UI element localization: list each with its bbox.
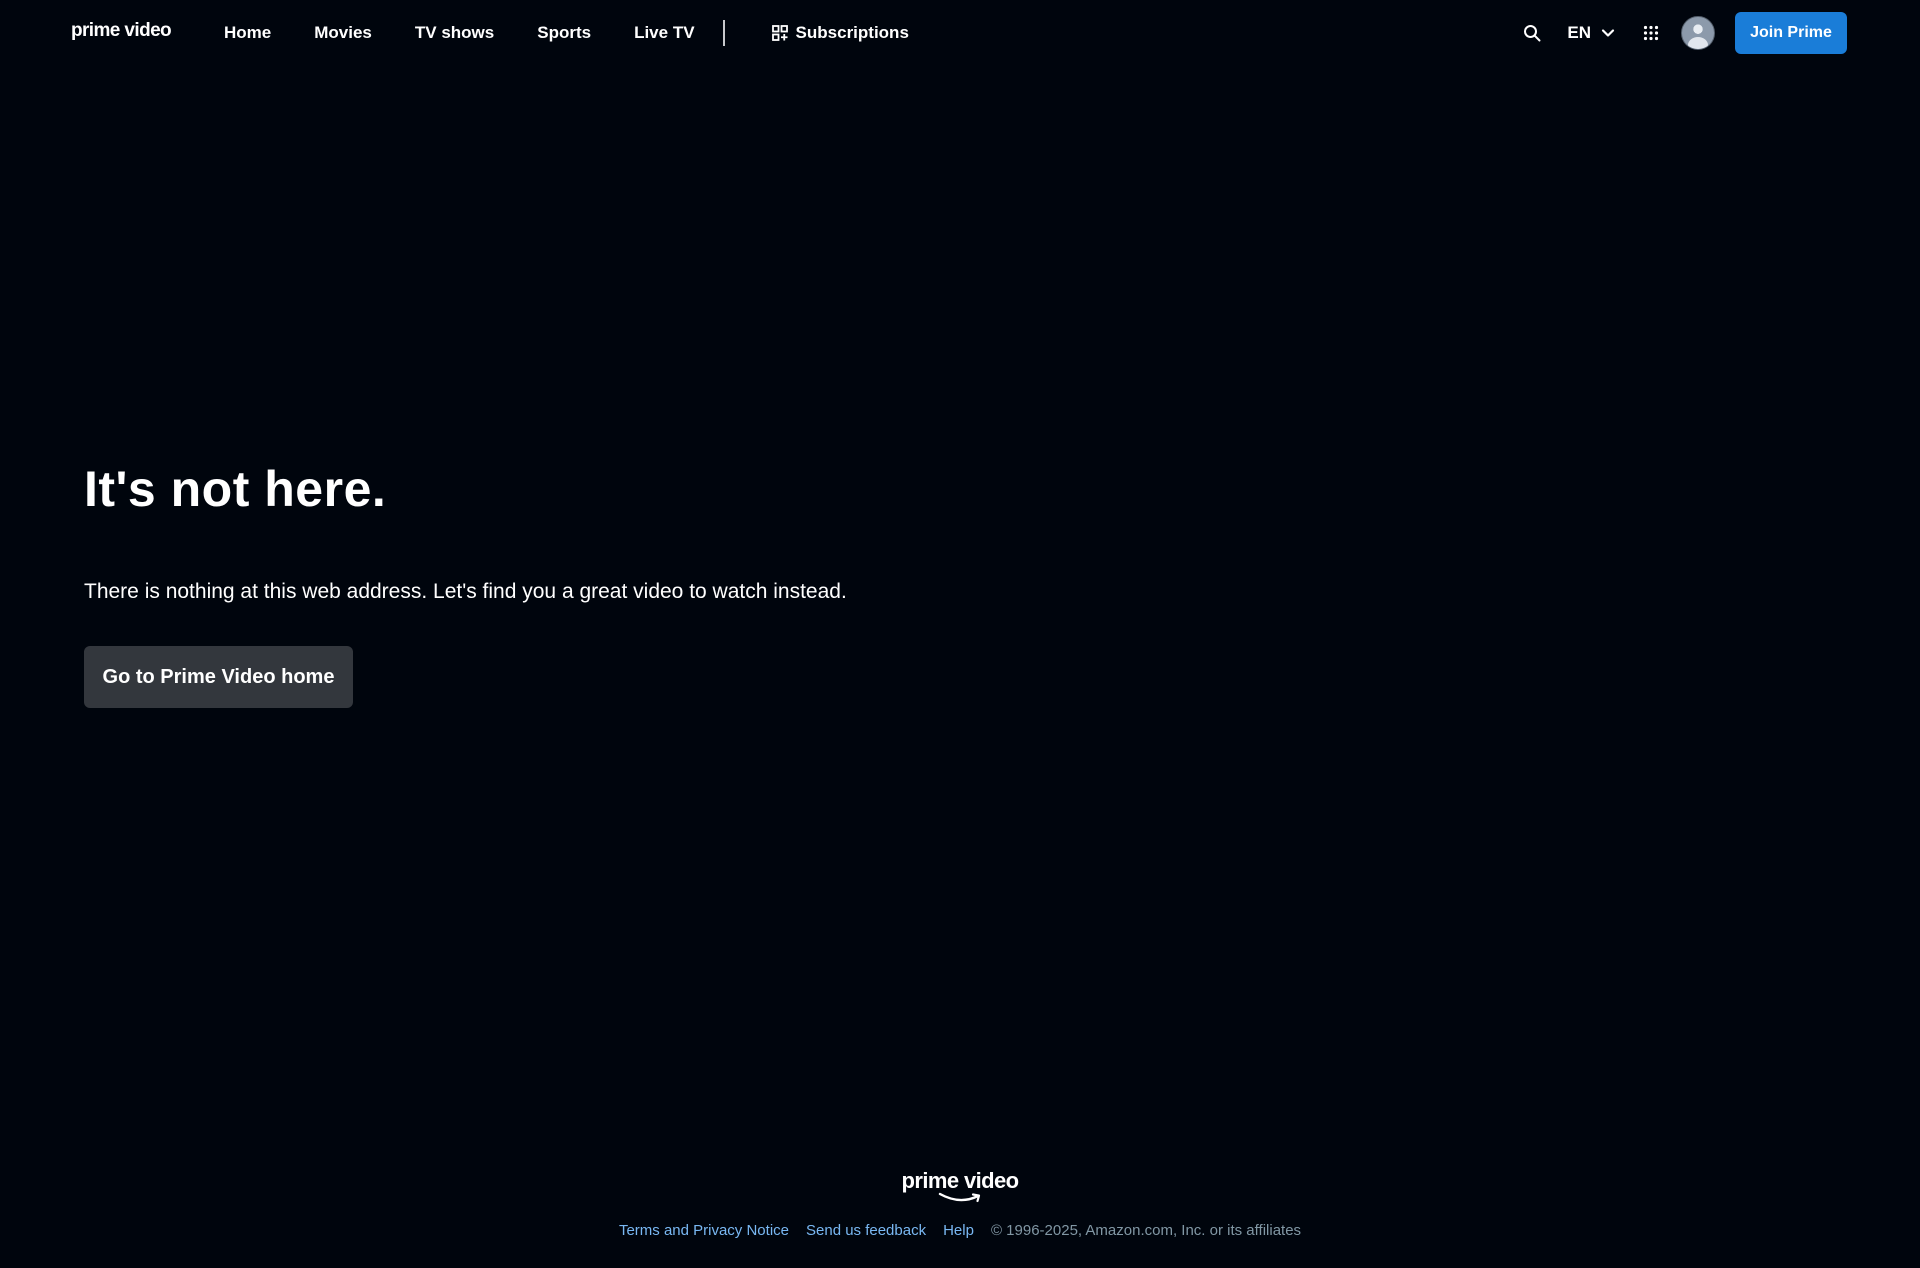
footer-logo[interactable]: prime video — [0, 1168, 1920, 1204]
nav-tv-shows[interactable]: TV shows — [415, 23, 494, 43]
language-label: EN — [1567, 23, 1591, 42]
subscriptions-label: Subscriptions — [795, 23, 909, 42]
footer-link-terms[interactable]: Terms and Privacy Notice — [619, 1222, 789, 1239]
header-controls: EN Join Prime — [1523, 0, 1847, 66]
join-prime-button[interactable]: Join Prime — [1735, 12, 1847, 54]
subscriptions-grid-icon — [771, 25, 788, 41]
nav-subscriptions[interactable]: Subscriptions — [771, 23, 909, 43]
nav-sports[interactable]: Sports — [537, 23, 591, 43]
footer-logo-text: prime video — [901, 1168, 1019, 1193]
copyright-notice: © 1996-2025, Amazon.com, Inc. or its aff… — [990, 1222, 1302, 1239]
top-navigation: prime video Home Movies TV shows Sports … — [0, 0, 1920, 66]
chevron-down-icon — [1601, 29, 1615, 37]
apps-grid-icon[interactable] — [1643, 25, 1659, 41]
search-icon[interactable] — [1523, 24, 1541, 42]
go-home-button[interactable]: Go to Prime Video home — [84, 646, 353, 708]
footer-links: Terms and Privacy Notice Send us feedbac… — [0, 1222, 1920, 1239]
user-avatar[interactable] — [1681, 16, 1715, 50]
footer-link-help[interactable]: Help — [943, 1222, 974, 1239]
amazon-smile-icon — [938, 1192, 981, 1203]
prime-video-logo[interactable]: prime video — [71, 20, 172, 42]
nav-home[interactable]: Home — [224, 23, 271, 43]
page-title: It's not here. — [84, 461, 387, 517]
footer-link-feedback[interactable]: Send us feedback — [806, 1222, 926, 1239]
language-selector[interactable]: EN — [1567, 23, 1615, 43]
error-content: It's not here. There is nothing at this … — [84, 460, 847, 708]
main-nav: Home Movies TV shows Sports Live TV Subs… — [224, 0, 909, 66]
error-message: There is nothing at this web address. Le… — [84, 580, 847, 603]
nav-movies[interactable]: Movies — [314, 23, 372, 43]
nav-divider — [722, 20, 725, 46]
nav-live-tv[interactable]: Live TV — [634, 23, 694, 43]
